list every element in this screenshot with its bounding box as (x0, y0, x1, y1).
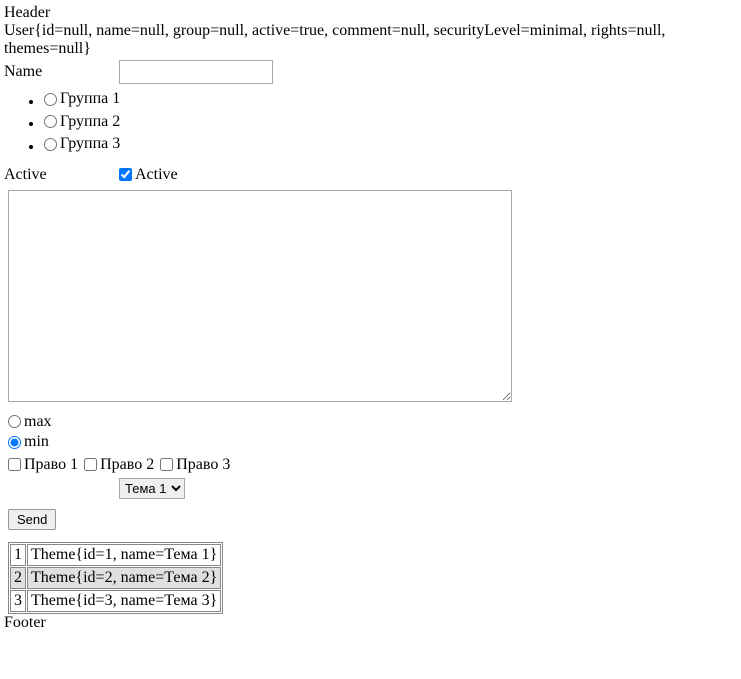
theme-value-cell: Theme{id=3, name=Тема 3} (27, 590, 221, 612)
rights-checkbox-2[interactable] (84, 458, 97, 471)
group-radio-1[interactable] (44, 93, 57, 106)
themes-table: 1 Theme{id=1, name=Тема 1} 2 Theme{id=2,… (8, 542, 223, 614)
active-label: Active (4, 166, 119, 184)
list-item: Группа 1 (44, 90, 737, 111)
group-radio-label: Группа 2 (60, 113, 120, 131)
security-option: min (8, 433, 737, 454)
group-radio-list: Группа 1 Группа 2 Группа 3 (4, 90, 737, 156)
group-radio-3[interactable] (44, 138, 57, 151)
rights-checkbox-label: Право 1 (24, 456, 78, 474)
send-button[interactable]: Send (8, 509, 56, 530)
active-checkbox[interactable] (119, 168, 132, 181)
group-radio-2[interactable] (44, 115, 57, 128)
table-row: 2 Theme{id=2, name=Тема 2} (10, 567, 221, 589)
security-option: max (8, 413, 737, 434)
table-row: 1 Theme{id=1, name=Тема 1} (10, 544, 221, 566)
theme-value-cell: Theme{id=1, name=Тема 1} (27, 544, 221, 566)
theme-id-cell: 3 (10, 590, 26, 612)
group-radio-label: Группа 3 (60, 135, 120, 153)
security-radio-min[interactable] (8, 436, 21, 449)
theme-value-cell: Theme{id=2, name=Тема 2} (27, 567, 221, 589)
name-label: Name (4, 63, 119, 81)
comment-textarea[interactable] (8, 190, 512, 402)
group-radio-label: Группа 1 (60, 90, 120, 108)
header: Header (4, 4, 737, 22)
theme-id-cell: 2 (10, 567, 26, 589)
list-item: Группа 2 (44, 113, 737, 134)
name-input[interactable] (119, 60, 273, 84)
security-radio-max[interactable] (8, 415, 21, 428)
table-row: 3 Theme{id=3, name=Тема 3} (10, 590, 221, 612)
rights-checkbox-1[interactable] (8, 458, 21, 471)
debug-user-text: User{id=null, name=null, group=null, act… (4, 22, 737, 58)
footer: Footer (4, 614, 737, 632)
security-radio-label: max (24, 413, 52, 431)
security-radio-label: min (24, 433, 49, 451)
theme-id-cell: 1 (10, 544, 26, 566)
theme-select[interactable]: Тема 1 (119, 478, 185, 499)
rights-checkbox-label: Право 3 (176, 456, 230, 474)
active-checkbox-label: Active (135, 166, 178, 184)
rights-checkbox-group: Право 1 Право 2 Право 3 (8, 456, 737, 477)
list-item: Группа 3 (44, 135, 737, 156)
rights-checkbox-3[interactable] (160, 458, 173, 471)
rights-checkbox-label: Право 2 (100, 456, 154, 474)
